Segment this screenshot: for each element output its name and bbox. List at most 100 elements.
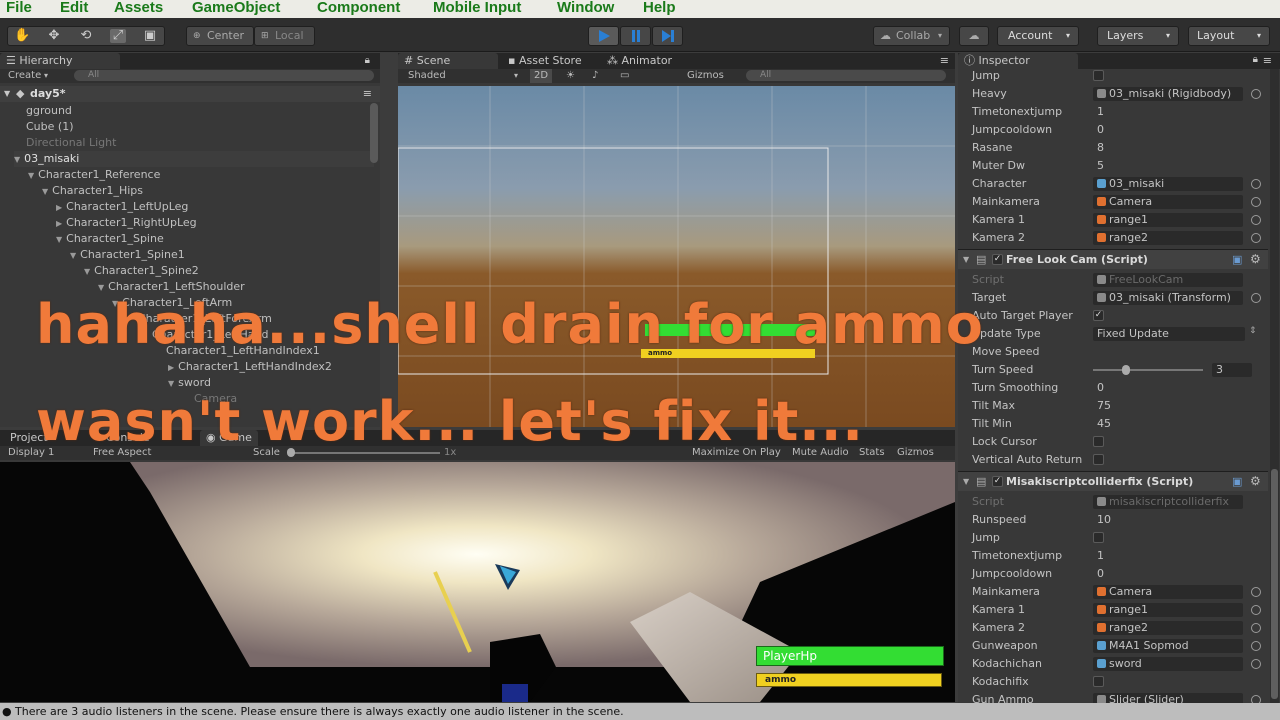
- hierarchy-item[interactable]: ▶ Character1_LeftUpLeg: [56, 199, 188, 215]
- expand-triangle-icon[interactable]: ▶: [56, 219, 62, 228]
- expand-triangle-icon[interactable]: ▼: [56, 235, 62, 244]
- scale-tool-icon[interactable]: ⤢: [110, 29, 126, 43]
- hierarchy-item[interactable]: ▼ sword: [168, 375, 211, 391]
- help-book-icon[interactable]: ▣: [1232, 253, 1242, 266]
- tab-animator[interactable]: ⁂ Animator: [601, 53, 678, 69]
- inspector-scrollbar[interactable]: [1270, 69, 1279, 703]
- field-value[interactable]: 3: [1212, 363, 1252, 377]
- expand-triangle-icon[interactable]: ▶: [56, 203, 62, 212]
- panel-menu-icon[interactable]: ≡: [940, 54, 949, 67]
- expand-triangle-icon[interactable]: ▼: [168, 379, 174, 388]
- field-value[interactable]: 0: [1093, 381, 1245, 395]
- field-value[interactable]: misakiscriptcolliderfix: [1093, 495, 1243, 509]
- help-book-icon[interactable]: ▣: [1232, 475, 1242, 488]
- expand-triangle-icon[interactable]: ▼: [70, 251, 76, 260]
- menu-file[interactable]: File: [6, 0, 32, 16]
- account-dropdown[interactable]: Account ▾: [997, 26, 1079, 46]
- field-value[interactable]: 0: [1093, 123, 1245, 137]
- play-button[interactable]: [588, 26, 619, 46]
- field-value[interactable]: M4A1 Sopmod: [1093, 639, 1243, 653]
- field-checkbox[interactable]: [1093, 436, 1104, 447]
- expand-triangle-icon[interactable]: ▼: [963, 255, 969, 264]
- field-value[interactable]: 0: [1093, 567, 1245, 581]
- object-picker-icon[interactable]: [1251, 695, 1261, 703]
- hand-tool-icon[interactable]: ✋: [14, 29, 30, 43]
- field-value[interactable]: range1: [1093, 603, 1243, 617]
- component-enabled-checkbox[interactable]: ✓: [992, 254, 1003, 265]
- object-picker-icon[interactable]: [1251, 233, 1261, 243]
- hierarchy-item[interactable]: ▶ Character1_RightUpLeg: [56, 215, 197, 231]
- field-value[interactable]: sword: [1093, 657, 1243, 671]
- hierarchy-item[interactable]: ▼ Character1_Spine2: [84, 263, 199, 279]
- shading-dropdown[interactable]: Shaded: [408, 69, 446, 83]
- panel-menu-icon[interactable]: ≡: [1263, 54, 1272, 67]
- field-value[interactable]: 5: [1093, 159, 1245, 173]
- field-value[interactable]: [1093, 345, 1245, 359]
- menu-edit[interactable]: Edit: [60, 0, 88, 16]
- menu-help[interactable]: Help: [643, 0, 676, 16]
- hierarchy-item[interactable]: ▼ Character1_Spine1: [70, 247, 185, 263]
- field-checkbox[interactable]: [1093, 70, 1104, 81]
- inspector-scrollbar-thumb[interactable]: [1271, 469, 1278, 699]
- field-checkbox[interactable]: [1093, 676, 1104, 687]
- menu-assets[interactable]: Assets: [114, 0, 163, 16]
- tab-hierarchy[interactable]: ☰ Hierarchy: [0, 53, 120, 69]
- hierarchy-scrollbar[interactable]: [370, 103, 378, 163]
- audio-icon[interactable]: ♪: [592, 69, 598, 83]
- expand-triangle-icon[interactable]: ▼: [14, 155, 20, 164]
- menu-gameobject[interactable]: GameObject: [192, 0, 280, 16]
- hierarchy-item[interactable]: ▼ Character1_Spine: [56, 231, 164, 247]
- scene-viewport[interactable]: ammo: [398, 86, 955, 427]
- field-value[interactable]: Camera: [1093, 585, 1243, 599]
- field-value[interactable]: Camera: [1093, 195, 1243, 209]
- object-picker-icon[interactable]: [1251, 197, 1261, 207]
- object-picker-icon[interactable]: [1251, 89, 1261, 99]
- hierarchy-search-input[interactable]: All: [74, 70, 374, 81]
- collab-button[interactable]: ☁ Collab ▾: [873, 26, 950, 46]
- hierarchy-item[interactable]: ▶ Character1_LeftHandIndex2: [168, 359, 332, 375]
- field-value[interactable]: Slider (Slider): [1093, 693, 1243, 703]
- rect-tool-icon[interactable]: ▣: [142, 29, 158, 43]
- 2d-toggle[interactable]: 2D: [530, 69, 553, 83]
- tab-scene[interactable]: # Scene: [398, 53, 498, 69]
- field-value[interactable]: 03_misaki: [1093, 177, 1243, 191]
- lock-icon[interactable]: 🔒︎: [365, 55, 370, 66]
- misaki-script-header[interactable]: ▼ ▤ ✓ Misakiscriptcolliderfix (Script) ▣ ⚙: [958, 471, 1268, 491]
- menu-component[interactable]: Component: [317, 0, 400, 16]
- turn-speed-slider[interactable]: [1093, 369, 1203, 371]
- field-checkbox[interactable]: ✓: [1093, 310, 1104, 321]
- create-button[interactable]: Create: [8, 69, 41, 83]
- lock-icon[interactable]: 🔒︎: [1253, 54, 1258, 65]
- expand-triangle-icon[interactable]: ▼: [84, 267, 90, 276]
- step-button[interactable]: [652, 26, 683, 46]
- field-checkbox[interactable]: [1093, 454, 1104, 465]
- object-picker-icon[interactable]: [1251, 215, 1261, 225]
- gear-icon[interactable]: ⚙: [1250, 474, 1261, 488]
- gear-icon[interactable]: ⚙: [1250, 252, 1261, 266]
- game-viewport[interactable]: PlayerHp ammo: [0, 462, 955, 702]
- field-value[interactable]: range1: [1093, 213, 1243, 227]
- gizmos-dropdown[interactable]: Gizmos: [687, 69, 724, 83]
- menu-mobile-input[interactable]: Mobile Input: [433, 0, 521, 16]
- cloud-button[interactable]: ☁: [959, 26, 989, 46]
- status-bar[interactable]: ● There are 3 audio listeners in the sce…: [0, 703, 1280, 720]
- hierarchy-item[interactable]: Cube (1): [26, 119, 73, 135]
- object-picker-icon[interactable]: [1251, 623, 1261, 633]
- hierarchy-item[interactable]: Directional Light: [26, 135, 116, 151]
- hierarchy-item[interactable]: ▼ Character1_Reference: [28, 167, 160, 183]
- layout-dropdown[interactable]: Layout ▾: [1188, 26, 1270, 46]
- field-value[interactable]: 75: [1093, 399, 1245, 413]
- field-value[interactable]: 1: [1093, 549, 1245, 563]
- object-picker-icon[interactable]: [1251, 659, 1261, 669]
- object-picker-icon[interactable]: [1251, 605, 1261, 615]
- expand-triangle-icon[interactable]: ▶: [168, 363, 174, 372]
- pivot-toggle[interactable]: ⊕ Center: [186, 26, 254, 46]
- field-value[interactable]: 03_misaki (Transform): [1093, 291, 1243, 305]
- slider-handle[interactable]: [1122, 365, 1130, 375]
- layers-dropdown[interactable]: Layers ▾: [1097, 26, 1179, 46]
- free-look-cam-header[interactable]: ▼ ▤ ✓ Free Look Cam (Script) ▣ ⚙: [958, 249, 1268, 269]
- field-value[interactable]: FreeLookCam: [1093, 273, 1243, 287]
- expand-triangle-icon[interactable]: ▼: [4, 86, 10, 102]
- field-value[interactable]: Fixed Update: [1093, 327, 1245, 341]
- expand-triangle-icon[interactable]: ▼: [963, 477, 969, 486]
